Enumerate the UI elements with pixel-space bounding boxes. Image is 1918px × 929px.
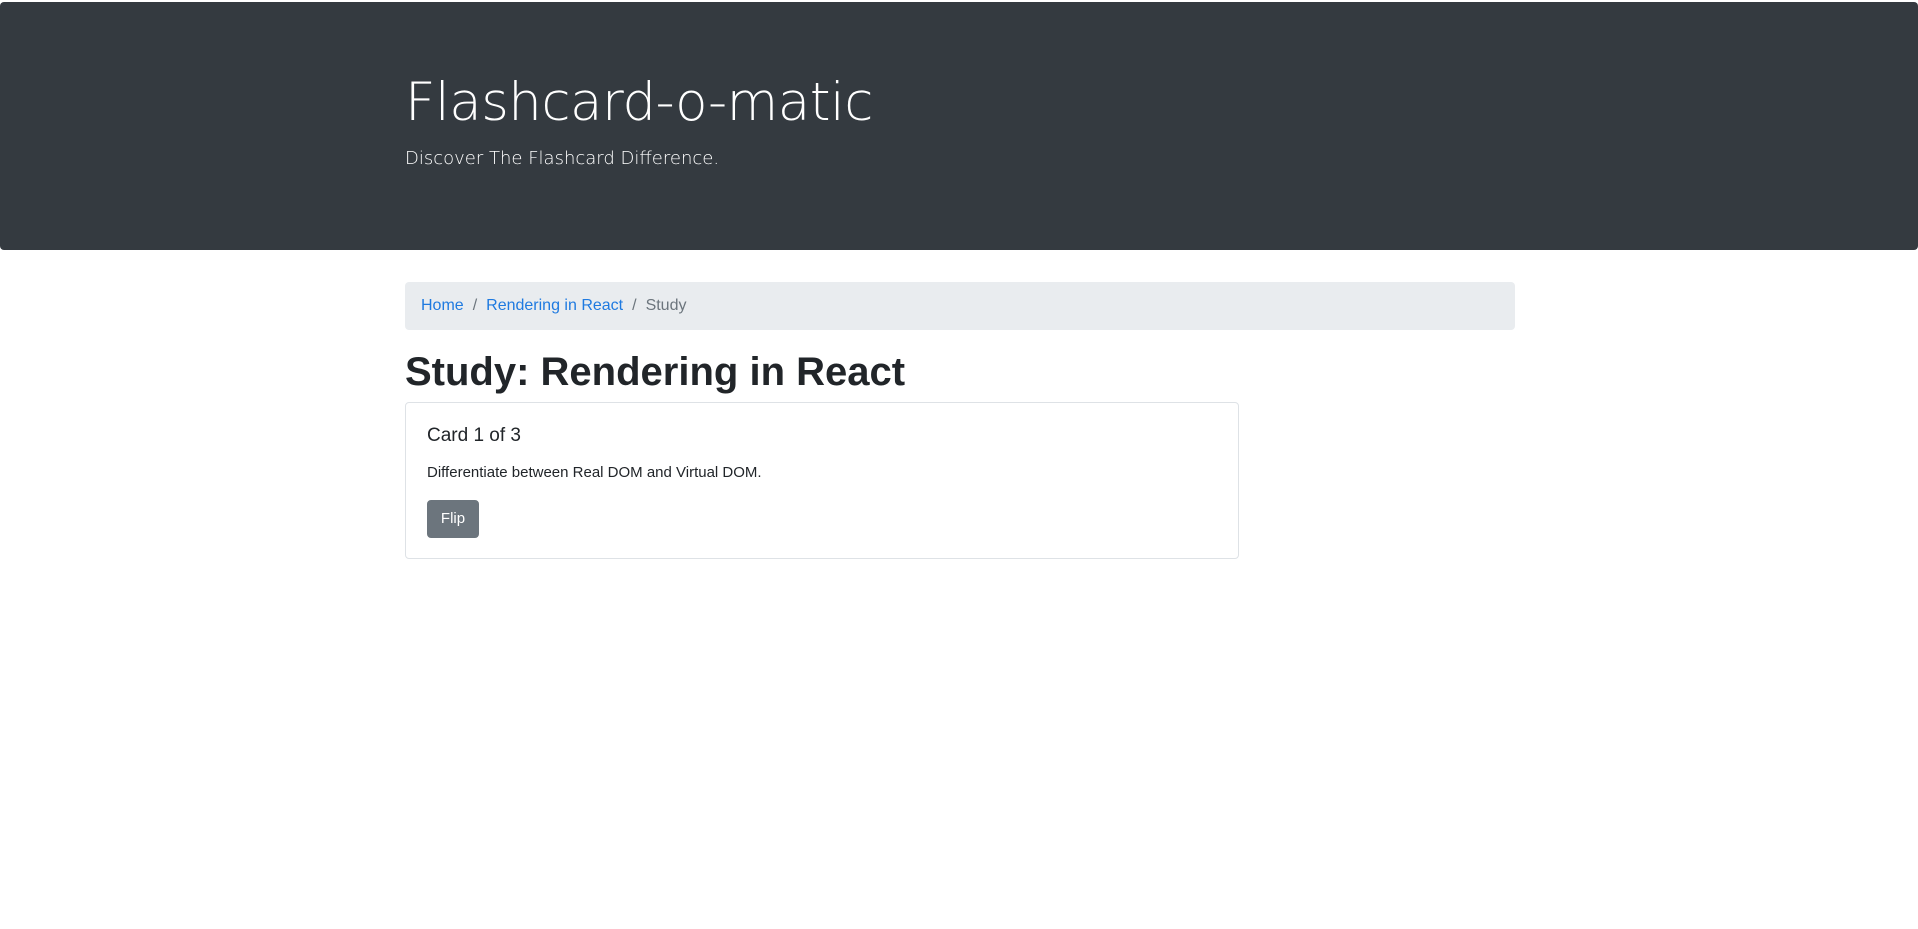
breadcrumb-current: Study xyxy=(645,297,687,314)
breadcrumb-separator: / xyxy=(472,297,478,314)
card-counter: Card 1 of 3 xyxy=(427,425,521,446)
breadcrumb: Home / Rendering in React / Study xyxy=(405,282,1515,330)
app-tagline: Discover The Flashcard Difference. xyxy=(405,148,720,169)
flashcard: Card 1 of 3 Differentiate between Real D… xyxy=(405,402,1239,559)
page-title: Study: Rendering in React xyxy=(405,350,906,394)
card-front-text: Differentiate between Real DOM and Virtu… xyxy=(427,464,762,481)
header-jumbotron: Flashcard-o-matic Discover The Flashcard… xyxy=(0,2,1918,250)
breadcrumb-home-link[interactable]: Home xyxy=(421,297,464,315)
breadcrumb-separator: / xyxy=(632,297,637,314)
flip-button[interactable]: Flip xyxy=(427,500,479,538)
breadcrumb-deck-link[interactable]: Rendering in React xyxy=(486,297,623,315)
app-title: Flashcard-o-matic xyxy=(405,72,873,133)
